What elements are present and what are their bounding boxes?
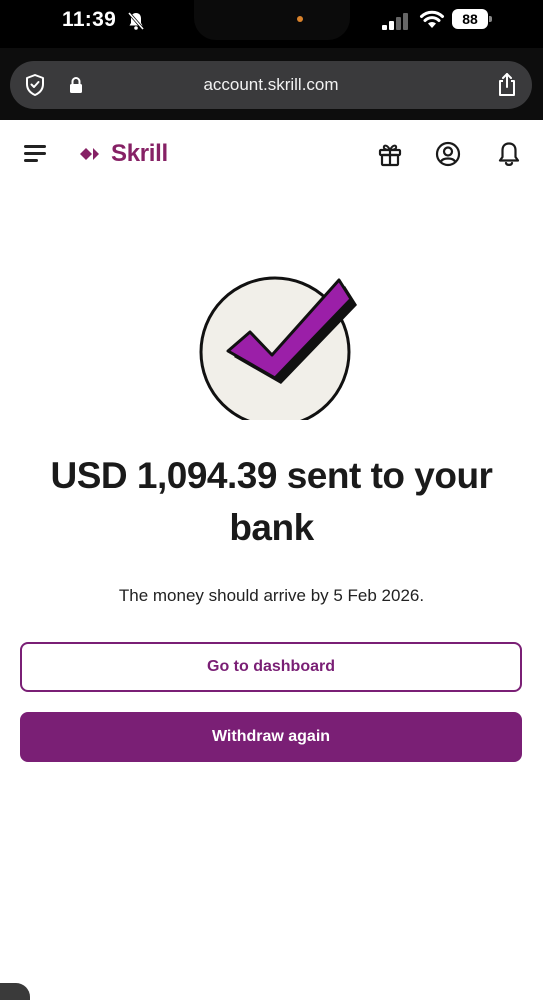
bell-icon[interactable] <box>495 140 523 168</box>
bell-off-icon <box>127 12 145 30</box>
confirmation-screen: USD 1,094.39 sent to your bank The money… <box>0 188 543 1000</box>
skrill-logo-mark <box>80 148 99 160</box>
app-header: Skrill <box>0 120 543 188</box>
battery-indicator: 88 <box>452 9 492 29</box>
menu-icon <box>24 145 46 148</box>
gift-icon[interactable] <box>376 140 404 168</box>
go-to-dashboard-button[interactable]: Go to dashboard <box>20 642 522 692</box>
confirmation-title: USD 1,094.39 sent to your bank <box>50 455 493 548</box>
status-time: 11:39 <box>62 8 117 31</box>
share-icon[interactable] <box>496 72 518 98</box>
privacy-indicator <box>297 16 303 22</box>
dynamic-island <box>194 0 350 40</box>
browser-toolbar: account.skrill.com <box>0 48 543 120</box>
url-text[interactable]: account.skrill.com <box>10 61 532 109</box>
success-checkmark-icon <box>199 276 357 420</box>
skrill-logo[interactable]: Skrill <box>79 139 168 169</box>
withdraw-again-button[interactable]: Withdraw again <box>20 712 522 762</box>
arrival-note: The money should arrive by 5 Feb 2026. <box>118 586 425 605</box>
wifi-icon <box>420 10 444 28</box>
brand-name: Skrill <box>111 140 168 167</box>
account-icon[interactable] <box>434 140 462 168</box>
address-bar[interactable]: account.skrill.com <box>10 61 532 109</box>
signal-icon <box>382 12 410 30</box>
menu-button[interactable] <box>24 144 46 162</box>
status-bar: 11:39 88 <box>0 0 543 48</box>
